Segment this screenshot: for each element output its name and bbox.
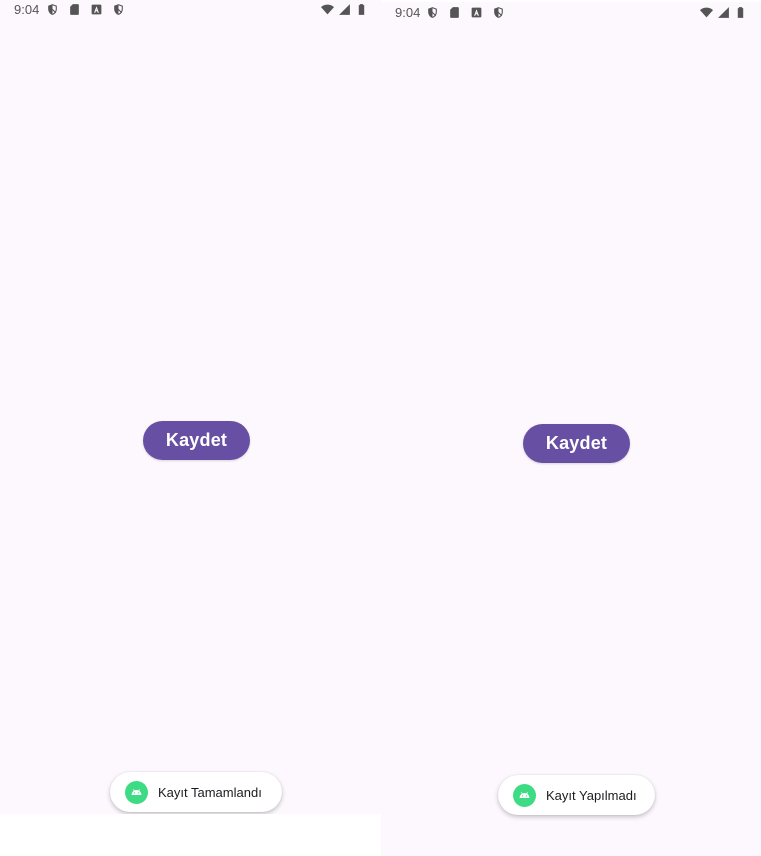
android-icon bbox=[513, 783, 536, 807]
status-icons-right bbox=[321, 3, 368, 16]
shield-icon bbox=[426, 6, 439, 19]
app-notification-icon bbox=[90, 3, 103, 16]
android-icon bbox=[125, 780, 148, 804]
shield-icon bbox=[492, 6, 505, 19]
toast: Kayıt Yapılmadı bbox=[498, 775, 655, 815]
toast: Kayıt Tamamlandı bbox=[110, 772, 282, 812]
cell-signal-icon bbox=[717, 6, 730, 19]
sd-card-icon bbox=[448, 6, 461, 19]
status-icons-right bbox=[700, 6, 747, 19]
toast-message: Kayıt Tamamlandı bbox=[158, 784, 262, 800]
save-button[interactable]: Kaydet bbox=[143, 421, 250, 460]
sd-card-icon bbox=[68, 3, 81, 16]
battery-icon bbox=[355, 3, 368, 16]
status-icons-left bbox=[426, 6, 505, 19]
status-time: 9:04 bbox=[395, 5, 421, 20]
status-time: 9:04 bbox=[14, 2, 40, 17]
shield-icon bbox=[46, 3, 59, 16]
wifi-icon bbox=[700, 6, 713, 19]
shield-icon bbox=[112, 3, 125, 16]
save-button[interactable]: Kaydet bbox=[523, 424, 630, 463]
wifi-icon bbox=[321, 3, 334, 16]
status-icons-left bbox=[46, 3, 125, 16]
battery-icon bbox=[734, 6, 747, 19]
toast-message: Kayıt Yapılmadı bbox=[546, 787, 637, 803]
screen-right: 9:04 Kaydet Kayıt Yapılmadı bbox=[381, 2, 761, 856]
blank-area bbox=[0, 814, 381, 856]
app-notification-icon bbox=[470, 6, 483, 19]
status-bar: 9:04 bbox=[0, 0, 382, 22]
cell-signal-icon bbox=[338, 3, 351, 16]
status-bar: 9:04 bbox=[381, 2, 761, 24]
screen-left: 9:04 Kaydet Kayıt Tamamlandı bbox=[0, 0, 382, 814]
